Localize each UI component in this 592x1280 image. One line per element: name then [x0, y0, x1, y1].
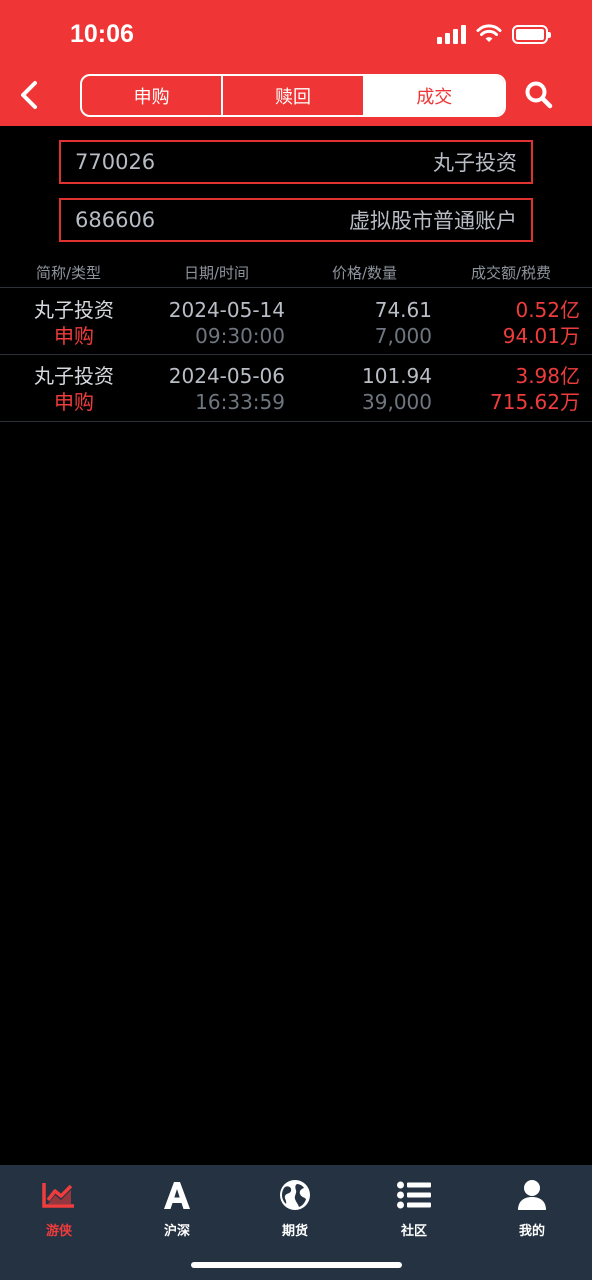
col-header-date-time: 日期/时间 [184, 264, 250, 282]
table-header: 简称/类型 日期/时间 价格/数量 成交额/税费 [0, 258, 592, 288]
home-indicator[interactable] [191, 1262, 402, 1268]
battery-icon [512, 24, 551, 44]
stock-name: 丸子投资 [34, 364, 114, 388]
trade-date: 2024-05-14 [168, 298, 285, 322]
trade-time: 09:30:00 [195, 324, 285, 348]
chart-trend-icon [42, 1183, 74, 1208]
trade-price: 74.61 [374, 298, 432, 322]
status-time: 10:06 [70, 20, 134, 48]
search-button[interactable] [524, 80, 556, 112]
user-icon [518, 1180, 546, 1210]
tab-redeem[interactable]: 赎回 [223, 76, 365, 115]
tabbar-label: 游侠 [45, 1224, 72, 1239]
account-id: 686606 [75, 208, 156, 232]
tabbar-item-youxia[interactable]: 游侠 [0, 1175, 118, 1239]
trade-amount: 3.98亿 [515, 364, 580, 388]
back-button[interactable] [14, 78, 44, 112]
trade-time: 16:33:59 [195, 390, 285, 414]
tabbar-item-me[interactable]: 我的 [473, 1175, 591, 1239]
status-icons [437, 24, 551, 44]
letter-a-icon [164, 1182, 190, 1209]
account-name: 丸子投资 [433, 151, 517, 175]
tabbar-label: 社区 [400, 1224, 427, 1239]
trade-fee: 715.62万 [490, 390, 580, 414]
list-icon [397, 1181, 431, 1209]
segmented-control: 申购 赎回 成交 [80, 74, 506, 117]
col-header-amount-fee: 成交额/税费 [471, 264, 552, 282]
col-header-name-type: 简称/类型 [36, 264, 102, 282]
account-name: 虚拟股市普通账户 [349, 209, 517, 233]
search-icon [525, 81, 553, 109]
stock-name: 丸子投资 [34, 298, 114, 322]
trade-quantity: 39,000 [362, 390, 432, 414]
trade-price: 101.94 [362, 364, 432, 388]
table-row[interactable]: 丸子投资 申购 2024-05-06 16:33:59 101.94 39,00… [0, 356, 592, 422]
tab-deals[interactable]: 成交 [364, 76, 504, 115]
chevron-left-icon [21, 81, 37, 109]
wifi-icon [476, 24, 502, 42]
trade-type: 申购 [54, 324, 94, 348]
account-box-secondary[interactable]: 686606 虚拟股市普通账户 [59, 198, 533, 242]
account-id: 770026 [75, 150, 156, 174]
trade-fee: 94.01万 [502, 324, 580, 348]
table-row[interactable]: 丸子投资 申购 2024-05-14 09:30:00 74.61 7,000 … [0, 289, 592, 355]
top-header: 10:06 申购 赎回 成交 [0, 0, 592, 126]
tabbar-item-hushen[interactable]: 沪深 [118, 1175, 236, 1239]
signal-icon [437, 24, 466, 44]
tabbar-item-community[interactable]: 社区 [355, 1175, 473, 1239]
tabbar-item-futures[interactable]: 期货 [236, 1175, 354, 1239]
trade-amount: 0.52亿 [515, 298, 580, 322]
trade-date: 2024-05-06 [168, 364, 285, 388]
account-box-primary[interactable]: 770026 丸子投资 [59, 140, 533, 184]
globe-icon [280, 1180, 310, 1210]
trade-type: 申购 [54, 390, 94, 414]
tabbar-label: 期货 [281, 1224, 308, 1239]
trade-quantity: 7,000 [374, 324, 432, 348]
tabbar-label: 我的 [518, 1224, 545, 1239]
col-header-price-qty: 价格/数量 [332, 264, 398, 282]
tabbar-label: 沪深 [163, 1224, 190, 1239]
tab-subscribe[interactable]: 申购 [82, 76, 224, 115]
